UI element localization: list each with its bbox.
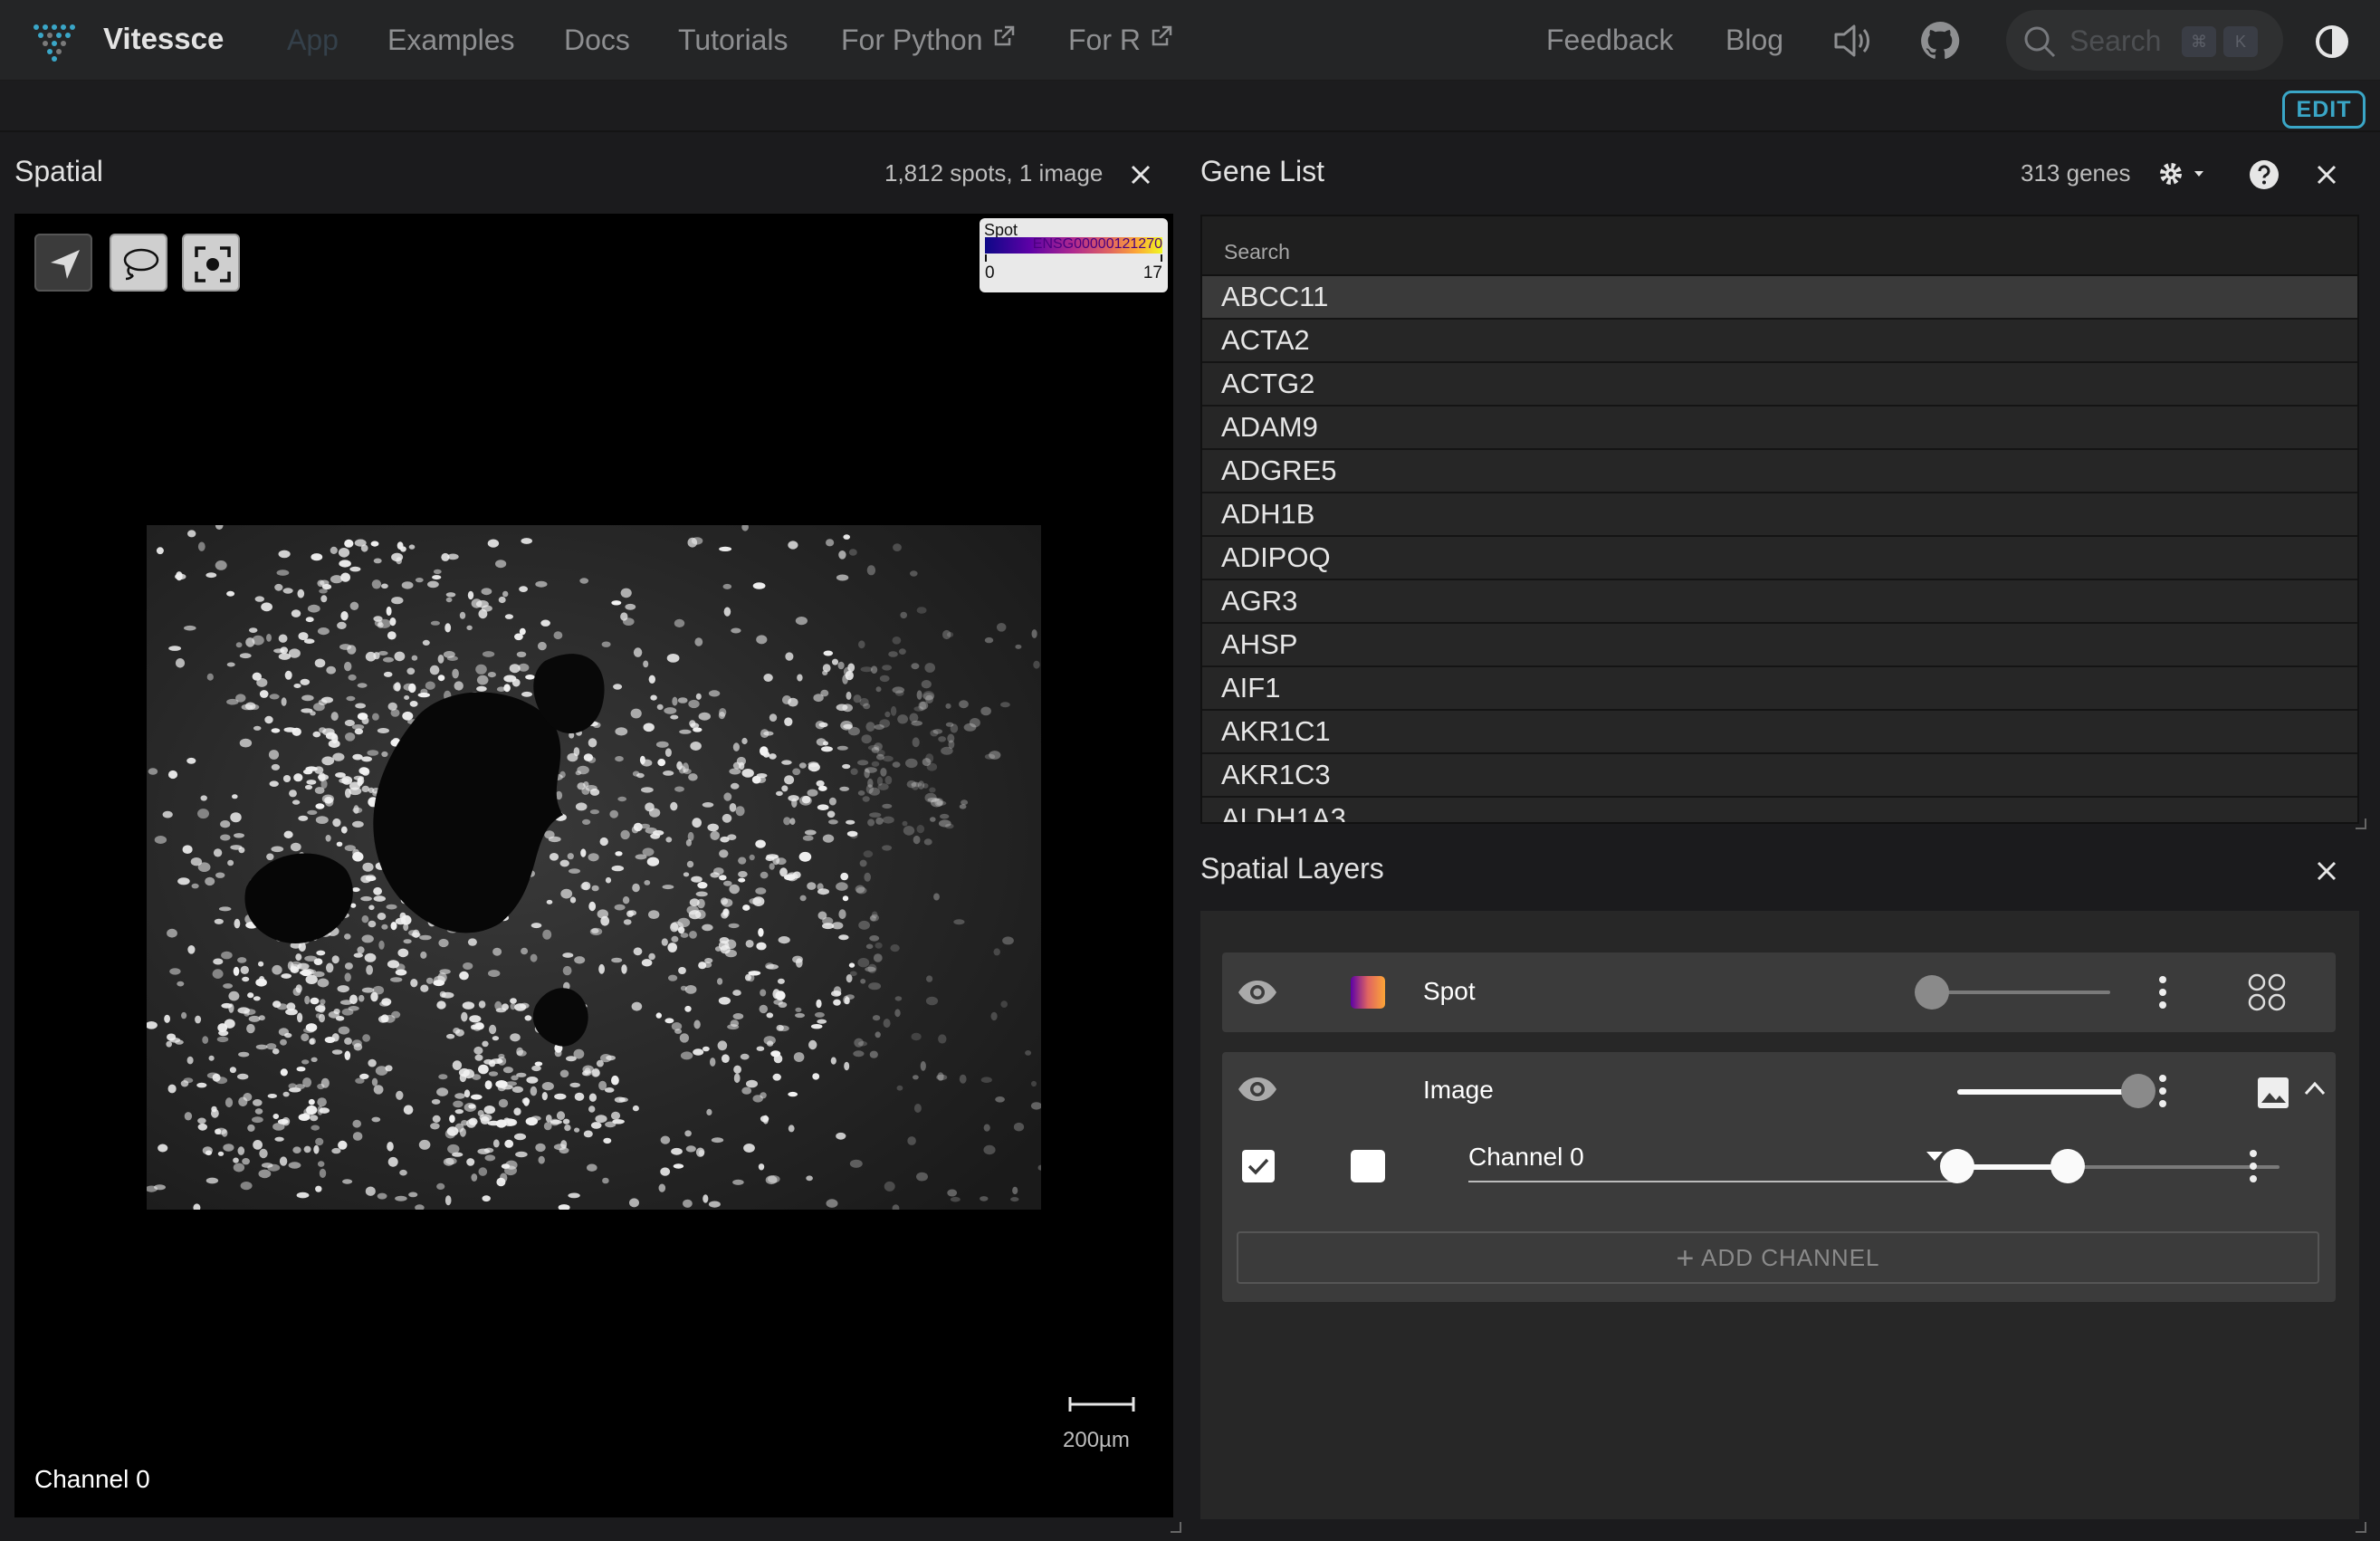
gene-row[interactable]: ACTG2 [1202,363,2357,407]
color-legend: Spot ENSG00000121270 0 17 [980,218,1168,292]
gene-row[interactable]: ADH1B [1202,493,2357,537]
gene-row[interactable]: ALDH1A3 [1202,798,2357,822]
nav-link-for-python-label: For Python [841,24,983,56]
plus-icon: + [1676,1241,1696,1276]
gene-list-info: 313 genes [2021,159,2131,187]
resize-handle[interactable] [2356,1522,2366,1533]
lasso-tool-button[interactable] [110,234,167,292]
external-link-icon [994,25,1015,46]
close-icon[interactable] [1127,161,1154,188]
vitessce-logo-icon[interactable] [31,20,81,62]
checkmark-icon [1247,1158,1269,1175]
shortcut-key-cmd: ⌘ [2182,26,2216,57]
gene-search-input[interactable]: Search [1202,216,2357,276]
scale-bar [1068,1397,1135,1412]
speaker-icon[interactable] [1830,18,1876,63]
nav-link-for-python[interactable]: For Python [841,24,1016,57]
legend-tick-min [985,254,987,262]
help-icon[interactable] [2249,159,2280,190]
image-layer-card: Image Channel 0 + ADD CHANNEL [1222,1052,2336,1302]
resize-handle[interactable] [2356,818,2366,829]
add-channel-label: ADD CHANNEL [1701,1244,1880,1271]
legend-gene: ENSG00000121270 [1032,236,1162,252]
nav-link-docs[interactable]: Docs [564,24,630,57]
gene-row[interactable]: AKR1C3 [1202,754,2357,798]
close-icon[interactable] [2313,857,2340,885]
github-icon[interactable] [1917,18,1963,63]
gene-row[interactable]: ADGRE5 [1202,450,2357,493]
more-options-icon[interactable] [2158,1074,2167,1108]
gene-row[interactable]: AIF1 [1202,667,2357,711]
search-icon [2024,26,2056,58]
legend-tick-max [1161,254,1162,262]
edit-button[interactable]: EDIT [2282,91,2366,129]
nav-link-app[interactable]: App [287,24,339,57]
spatial-info: 1,812 spots, 1 image [884,159,1104,187]
channel-color-swatch[interactable] [1351,1150,1385,1182]
shortcut-key-k: K [2223,26,2258,57]
image-icon[interactable] [2256,1076,2290,1110]
nav-link-for-r[interactable]: For R [1068,24,1173,57]
spot-shape-icon[interactable] [2247,972,2287,1012]
gene-list[interactable]: Search ABCC11 ACTA2 ACTG2 ADAM9 ADGRE5 A… [1200,215,2359,824]
add-channel-button[interactable]: + ADD CHANNEL [1237,1231,2319,1284]
gene-row[interactable]: AKR1C1 [1202,711,2357,754]
channel-select[interactable]: Channel 0 [1468,1141,1955,1182]
brand-name[interactable]: Vitessce [103,22,224,56]
channel-select-value: Channel 0 [1468,1143,1584,1171]
external-link-icon [1152,25,1172,46]
visibility-eye-icon[interactable] [1237,979,1278,1006]
gene-row[interactable]: AGR3 [1202,580,2357,624]
top-nav: Vitessce App Examples Docs Tutorials For… [0,0,2380,81]
nav-link-examples[interactable]: Examples [387,24,515,57]
image-layer-name: Image [1423,1076,1494,1104]
navigation-arrow-icon [51,250,80,279]
colormap-swatch[interactable] [1351,976,1385,1009]
gene-row[interactable]: ABCC11 [1202,276,2357,320]
more-options-icon[interactable] [2249,1149,2258,1183]
channel-range-max-thumb[interactable] [2050,1149,2085,1183]
spot-opacity-track[interactable] [1929,991,2110,994]
channel-checkbox[interactable] [1242,1150,1275,1182]
gene-row[interactable]: AHSP [1202,624,2357,667]
pan-tool-button[interactable] [34,234,92,292]
nav-link-for-r-label: For R [1068,24,1141,56]
gene-search-placeholder: Search [1224,240,1290,263]
channel-range-min-thumb[interactable] [1940,1149,1974,1183]
close-icon[interactable] [2313,161,2340,188]
focus-center-icon [195,246,231,282]
image-opacity-slider[interactable] [2121,1074,2155,1108]
image-opacity-fill [1957,1089,2138,1095]
spot-layer-name: Spot [1423,977,1476,1005]
legend-max: 17 [1142,263,1162,282]
channel-label: Channel 0 [34,1465,150,1493]
gene-list-title: Gene List [1200,155,1324,187]
spatial-title: Spatial [14,155,103,187]
gene-row[interactable]: ADIPOQ [1202,537,2357,580]
gene-row[interactable]: ADAM9 [1202,407,2357,450]
gene-row[interactable]: ACTA2 [1202,320,2357,363]
tissue-image [147,525,1041,1210]
spot-layer-card: Spot [1222,952,2336,1032]
spot-opacity-slider[interactable] [1915,975,1949,1010]
resize-handle[interactable] [1171,1522,1181,1533]
nav-link-tutorials[interactable]: Tutorials [678,24,789,57]
collapse-chevron-icon[interactable] [2303,1079,2327,1097]
theme-toggle-icon[interactable] [2314,24,2350,60]
recenter-tool-button[interactable] [182,234,240,292]
legend-min: 0 [985,263,995,282]
nav-link-feedback[interactable]: Feedback [1546,24,1674,57]
settings-gear-icon[interactable] [2156,159,2207,188]
nav-link-blog[interactable]: Blog [1725,24,1783,57]
spatial-layers-panel: Spot Image Channel 0 + ADD CHANNEL [1200,911,2359,1519]
docs-search[interactable]: Search ⌘ K [2006,10,2283,71]
visibility-eye-icon[interactable] [1237,1076,1278,1103]
search-placeholder: Search [2069,24,2162,57]
config-bar [0,81,2380,132]
more-options-icon[interactable] [2158,975,2167,1010]
lasso-icon [123,248,159,281]
spatial-layers-title: Spatial Layers [1200,852,1384,885]
scale-label: 200µm [1063,1428,1130,1452]
